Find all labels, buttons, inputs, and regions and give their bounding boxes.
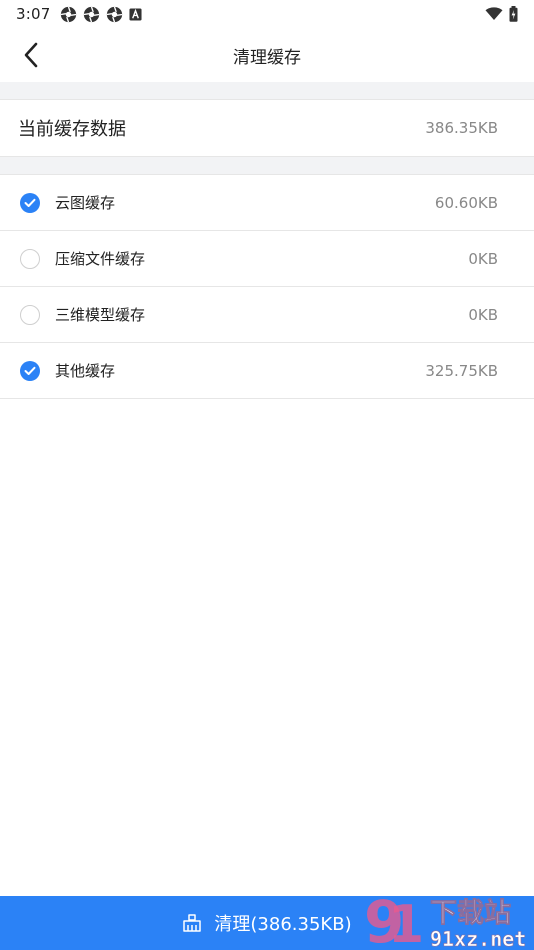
cache-item-label: 三维模型缓存 xyxy=(55,306,146,324)
clean-cache-button[interactable]: 清理(386.35KB) xyxy=(0,896,534,950)
chevron-left-icon xyxy=(24,42,38,68)
broom-icon xyxy=(182,914,202,932)
checkbox-unchecked[interactable] xyxy=(20,248,40,269)
checkbox-unchecked[interactable] xyxy=(20,304,40,325)
aperture-icon xyxy=(107,6,123,22)
cache-item-label: 其他缓存 xyxy=(55,362,116,380)
wifi-icon xyxy=(485,7,503,20)
cache-item-3d-model[interactable]: 三维模型缓存 0KB xyxy=(0,287,534,343)
page-title: 清理缓存 xyxy=(233,47,301,68)
notification-icons xyxy=(60,6,143,23)
cache-summary-row: 当前缓存数据 386.35KB xyxy=(0,100,534,157)
cache-item-size: 0KB xyxy=(468,249,498,268)
cache-item-label: 压缩文件缓存 xyxy=(55,250,146,268)
clean-button-label: 清理(386.35KB) xyxy=(214,914,352,935)
cache-item-cloud[interactable]: 云图缓存 60.60KB xyxy=(0,175,534,231)
checkmark-icon xyxy=(24,366,36,375)
section-divider xyxy=(0,157,534,175)
checkbox-checked[interactable] xyxy=(20,192,40,213)
aperture-icon xyxy=(84,6,100,22)
a-box-icon xyxy=(129,7,143,21)
cache-item-other[interactable]: 其他缓存 325.75KB xyxy=(0,343,534,399)
nav-bar: 清理缓存 xyxy=(0,28,534,82)
section-divider xyxy=(0,82,534,100)
status-bar: 3:07 xyxy=(0,0,534,28)
status-time: 3:07 xyxy=(16,5,51,23)
aperture-icon xyxy=(61,6,77,22)
summary-label: 当前缓存数据 xyxy=(18,119,126,140)
cache-item-archive[interactable]: 压缩文件缓存 0KB xyxy=(0,231,534,287)
cache-item-size: 0KB xyxy=(468,305,498,324)
cache-item-label: 云图缓存 xyxy=(55,194,116,212)
checkbox-checked[interactable] xyxy=(20,360,40,381)
status-right-icons xyxy=(485,6,518,22)
cache-item-size: 60.60KB xyxy=(434,193,498,212)
cache-item-size: 325.75KB xyxy=(425,361,498,380)
checkmark-icon xyxy=(24,198,36,207)
battery-icon xyxy=(509,6,518,22)
back-button[interactable] xyxy=(12,36,50,74)
summary-value: 386.35KB xyxy=(425,119,498,137)
